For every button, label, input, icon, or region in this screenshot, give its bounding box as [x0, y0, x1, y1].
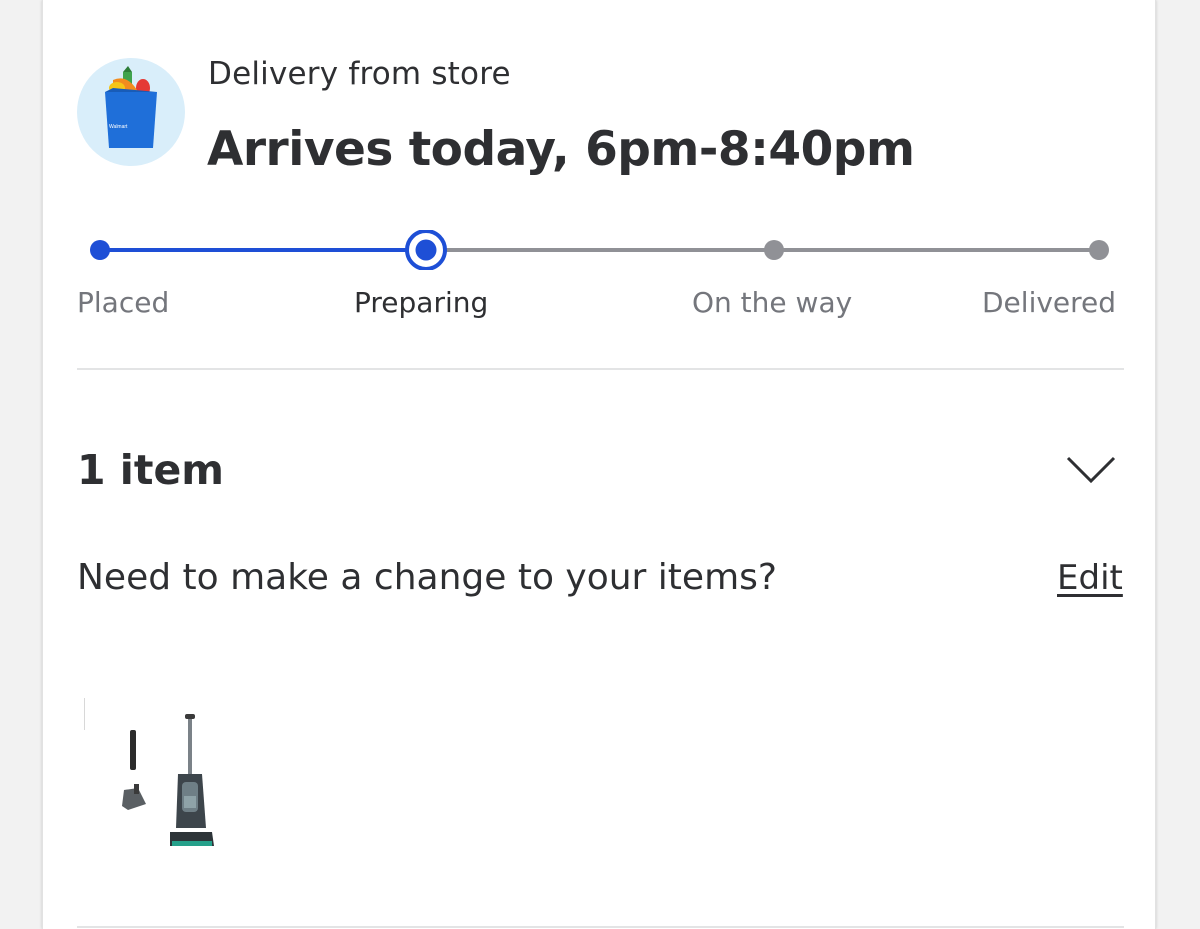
step-label-placed: Placed [77, 286, 170, 319]
delivery-method-label: Delivery from store [208, 56, 511, 92]
edit-items-link[interactable]: Edit [1057, 558, 1123, 598]
step-label-delivered: Delivered [982, 286, 1117, 319]
chevron-down-icon[interactable] [1064, 448, 1118, 488]
step-label-preparing: Preparing [354, 286, 489, 319]
step-dot-placed [90, 240, 110, 260]
upright-vacuum-image[interactable] [84, 698, 234, 868]
items-count-heading: 1 item [77, 446, 224, 494]
step-label-on-the-way: On the way [692, 286, 853, 319]
store-icon-brand-text: Walmart [109, 124, 128, 130]
step-dot-preparing-inner [415, 239, 437, 261]
change-items-prompt: Need to make a change to your items? [77, 557, 777, 598]
order-progress-tracker [90, 230, 1109, 270]
section-divider [77, 368, 1124, 370]
arrival-time-title: Arrives today, 6pm-8:40pm [207, 122, 915, 177]
bottom-divider [77, 926, 1124, 928]
store-bag-icon: Walmart [77, 58, 185, 166]
step-dot-delivered [1089, 240, 1109, 260]
step-dot-on-the-way [764, 240, 784, 260]
